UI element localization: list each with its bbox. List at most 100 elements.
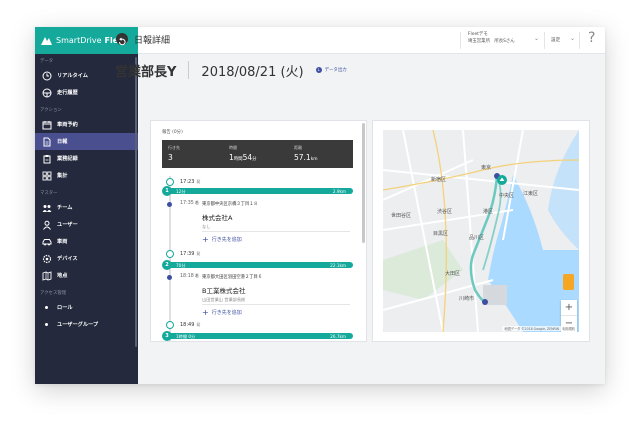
minutes-value: 54 bbox=[242, 153, 253, 162]
steering-wheel-icon bbox=[42, 88, 52, 97]
sidebar-item-user[interactable]: ユーザー bbox=[35, 216, 138, 233]
sidebar-scrollbar[interactable] bbox=[135, 57, 137, 347]
add-destination-button[interactable]: + 行き先を追加 bbox=[202, 235, 242, 244]
sidebar-item-label: ロール bbox=[57, 305, 73, 311]
segment-number: 2 bbox=[162, 260, 172, 270]
sidebar-item-label: 車両 bbox=[57, 239, 68, 245]
organization-selector[interactable]: Fleetデモ 埼玉営業所 所長Sさん bbox=[468, 31, 543, 45]
stop-pin-icon bbox=[166, 249, 174, 258]
driver-name: 営業部長Y bbox=[115, 64, 177, 80]
sidebar-item-history[interactable]: 走行履歴 bbox=[35, 84, 138, 101]
document-icon bbox=[43, 137, 51, 146]
map-label: 中央区 bbox=[499, 193, 515, 199]
sidebar-item-label: 車両予約 bbox=[57, 122, 78, 128]
stop-time: 17:39 bbox=[180, 250, 195, 257]
divider bbox=[202, 231, 350, 232]
visit-memo: 山田営業山 営業部長総 bbox=[202, 297, 246, 302]
add-destination-button[interactable]: + 行き先を追加 bbox=[202, 308, 242, 317]
sidebar-item-user-group[interactable]: ユーザーグループ bbox=[35, 316, 138, 333]
summary-value: 1時間54分 bbox=[229, 153, 257, 162]
map-panel: 東京 新宿区 渋谷区 世田谷区 目黒区 品川区 大田区 川崎市 江東区 中央区 … bbox=[372, 120, 590, 342]
app-name: SmartDrive bbox=[56, 36, 102, 45]
visit-address: 東京都大田区羽田空港２丁目６ bbox=[202, 275, 263, 280]
dot-icon bbox=[45, 306, 48, 309]
sidebar-item-label: ユーザー bbox=[57, 222, 78, 228]
stop-pin-icon bbox=[166, 320, 174, 329]
map-icon bbox=[42, 270, 52, 281]
divider bbox=[579, 32, 580, 49]
sidebar-item-vehicle[interactable]: 車両 bbox=[35, 233, 138, 250]
visit-name: 株式会社A bbox=[202, 214, 233, 222]
report-panel: 報告 (0分) 行き先 3 時間 1時間54分 距離 57.1km 17:23 … bbox=[150, 120, 367, 342]
download-icon: ↓ bbox=[315, 67, 322, 73]
grid-icon bbox=[42, 171, 52, 180]
visit-time: 18:18着 bbox=[180, 273, 199, 279]
clipboard-icon bbox=[43, 154, 51, 163]
add-destination-label: 行き先を追加 bbox=[211, 237, 242, 243]
logo-icon bbox=[41, 36, 52, 45]
stop-unit: 発 bbox=[196, 250, 201, 256]
back-button[interactable] bbox=[116, 33, 128, 46]
org-name: Fleetデモ bbox=[468, 32, 488, 37]
route-segment[interactable]: 2 70分 22.1km bbox=[162, 260, 353, 270]
stop-pin-icon bbox=[166, 177, 174, 186]
divider bbox=[202, 304, 350, 305]
map-label: 品川区 bbox=[469, 235, 485, 241]
map-attribution: 地図データ ©2018 Google, ZENRIN 利用規約 bbox=[502, 326, 577, 331]
top-bar: Fleetデモ 埼玉営業所 所長Sさん ⌄ 設定 ⌄ ? bbox=[138, 27, 605, 54]
sidebar-item-label: 日報 bbox=[57, 139, 68, 145]
departure-stop: 17:39 発 bbox=[162, 249, 200, 258]
map-label: 東京 bbox=[481, 165, 492, 171]
street-view-icon[interactable] bbox=[563, 274, 574, 290]
map-label: 江東区 bbox=[523, 191, 539, 197]
route-map[interactable]: 東京 新宿区 渋谷区 世田谷区 目黒区 品川区 大田区 川崎市 江東区 中央区 … bbox=[383, 130, 579, 332]
divider bbox=[188, 61, 190, 79]
zoom-in-button[interactable]: + bbox=[561, 300, 577, 316]
stop-time: 17:23 bbox=[180, 178, 195, 185]
visit-time-value: 17:35 bbox=[180, 201, 194, 206]
summary-time: 時間 1時間54分 bbox=[229, 145, 257, 162]
distance-value: 57.1 bbox=[294, 153, 311, 162]
sidebar-item-device[interactable]: デバイス bbox=[35, 250, 138, 267]
sidebar-item-team[interactable]: チーム bbox=[35, 199, 138, 216]
map-label: 新宿区 bbox=[431, 177, 447, 183]
visit-time-unit: 着 bbox=[194, 200, 199, 205]
segment-bar bbox=[166, 188, 353, 194]
team-icon bbox=[42, 204, 52, 212]
sidebar-item-label: リアルタイム bbox=[57, 73, 88, 79]
map-label: 渋谷区 bbox=[437, 209, 453, 215]
chevron-down-icon: ⌄ bbox=[534, 35, 540, 42]
sidebar-item-work-record[interactable]: 業務記録 bbox=[35, 150, 138, 167]
sidebar-item-location[interactable]: 地点 bbox=[35, 267, 138, 284]
export-button[interactable]: ↓ データ出力 bbox=[315, 67, 347, 73]
map-label: 目黒区 bbox=[433, 231, 449, 237]
sidebar-item-reservation[interactable]: 車両予約 bbox=[35, 116, 138, 133]
summary-label: 行き先 bbox=[168, 145, 180, 150]
sidebar-item-role[interactable]: ロール bbox=[35, 299, 138, 316]
visit-address: 東京都中央区京橋３丁目１８ bbox=[202, 202, 258, 207]
add-destination-label: 行き先を追加 bbox=[211, 310, 242, 316]
panel-scrollbar[interactable] bbox=[362, 123, 365, 243]
plus-icon: + bbox=[202, 308, 209, 317]
sidebar-item-label: デバイス bbox=[57, 256, 78, 262]
visit-item: 17:35着 東京都中央区京橋３丁目１８ 株式会社A なし + 行き先を追加 bbox=[162, 200, 353, 250]
section-access: アクセス管理 bbox=[40, 291, 67, 296]
route-segment[interactable]: 1 12分 2.9km bbox=[162, 186, 353, 196]
chevron-down-icon: ⌄ bbox=[570, 35, 576, 42]
settings-menu[interactable]: 設定 bbox=[551, 37, 560, 43]
user-icon bbox=[43, 220, 51, 230]
visit-dot-icon bbox=[167, 275, 172, 280]
visit-name: B工業株式会社 bbox=[202, 287, 246, 295]
stop-unit: 発 bbox=[196, 321, 201, 327]
section-master: マスター bbox=[40, 191, 58, 196]
sidebar-item-summary[interactable]: 集計 bbox=[35, 167, 138, 184]
help-button[interactable]: ? bbox=[588, 30, 595, 46]
sidebar-item-label: 業務記録 bbox=[57, 156, 78, 162]
route-segment[interactable]: 3 1時間 0分 26.7km bbox=[162, 331, 353, 341]
sidebar-item-label: ユーザーグループ bbox=[57, 322, 99, 328]
dot-icon bbox=[45, 323, 48, 326]
section-action: アクション bbox=[40, 108, 62, 113]
visit-dot-icon bbox=[167, 202, 172, 207]
sidebar-item-daily-report[interactable]: 日報 bbox=[35, 133, 138, 150]
segment-duration: 70分 bbox=[176, 263, 186, 268]
